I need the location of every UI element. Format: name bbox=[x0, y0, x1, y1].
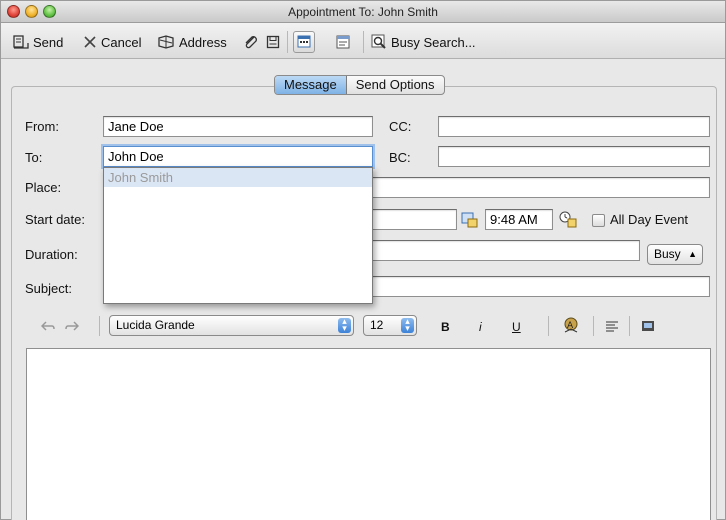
spell-check-icon[interactable]: A bbox=[561, 315, 581, 338]
underline-button[interactable]: U bbox=[512, 320, 521, 334]
to-field[interactable]: John Doe bbox=[103, 146, 373, 167]
paperclip-icon bbox=[243, 34, 259, 50]
all-day-checkbox[interactable] bbox=[592, 214, 605, 227]
font-value: Lucida Grande bbox=[116, 318, 195, 332]
show-as-select[interactable]: Busy ▲ bbox=[647, 244, 703, 265]
task-icon bbox=[335, 34, 351, 50]
align-icon[interactable] bbox=[605, 320, 619, 335]
insert-image-icon[interactable] bbox=[641, 320, 655, 335]
date-picker-icon[interactable] bbox=[461, 212, 479, 231]
cc-label: CC: bbox=[389, 119, 412, 134]
cancel-label: Cancel bbox=[101, 34, 142, 50]
title-bar: Appointment To: John Smith bbox=[1, 1, 725, 23]
send-label: Send bbox=[33, 34, 64, 50]
busy-search-label: Busy Search... bbox=[391, 34, 476, 50]
to-autocomplete-dropdown: John Smith bbox=[103, 167, 373, 304]
cancel-button[interactable]: Cancel bbox=[83, 33, 141, 51]
busy-search-button[interactable]: Busy Search... bbox=[371, 33, 476, 51]
format-divider bbox=[99, 316, 100, 336]
font-size-select[interactable]: 12 ▴ ▾ bbox=[363, 315, 417, 336]
toolbar-divider bbox=[287, 31, 288, 53]
font-select[interactable]: Lucida Grande ▴ ▾ bbox=[109, 315, 354, 336]
bc-label: BC: bbox=[389, 150, 411, 165]
format-divider-3 bbox=[593, 316, 594, 336]
message-body-editor[interactable] bbox=[26, 348, 711, 520]
subject-label: Subject: bbox=[25, 281, 72, 296]
save-icon bbox=[266, 35, 280, 49]
address-button[interactable]: Address bbox=[157, 33, 227, 51]
start-date-label: Start date: bbox=[25, 212, 85, 227]
start-time-field[interactable]: 9:48 AM bbox=[485, 209, 553, 230]
toolbar-divider-2 bbox=[363, 31, 364, 53]
time-picker-icon[interactable] bbox=[558, 210, 578, 231]
font-size-stepper-icon: ▴ ▾ bbox=[401, 317, 414, 333]
format-divider-2 bbox=[548, 316, 549, 336]
undo-icon[interactable] bbox=[40, 320, 55, 335]
font-size-value: 12 bbox=[370, 318, 384, 332]
bold-button[interactable]: B bbox=[441, 320, 450, 334]
format-divider-4 bbox=[629, 316, 630, 336]
appointment-window: Appointment To: John Smith Send Cancel A… bbox=[0, 0, 726, 520]
send-button[interactable]: Send bbox=[13, 33, 63, 51]
to-label: To: bbox=[25, 150, 43, 165]
all-day-label: All Day Event bbox=[610, 212, 689, 227]
bc-field[interactable] bbox=[438, 146, 710, 167]
duration-label: Duration: bbox=[25, 247, 78, 262]
tab-message[interactable]: Message bbox=[275, 76, 347, 94]
window-title: Appointment To: John Smith bbox=[288, 5, 438, 19]
toolbar: Send Cancel Address Busy Search... bbox=[1, 23, 725, 59]
place-label: Place: bbox=[25, 180, 62, 195]
chevron-updown-icon: ▲ bbox=[688, 249, 697, 259]
calendar-view-button[interactable] bbox=[293, 31, 315, 53]
cancel-icon bbox=[83, 35, 97, 49]
calendar-icon bbox=[297, 34, 311, 51]
redo-icon[interactable] bbox=[65, 320, 80, 335]
tab-send-options[interactable]: Send Options bbox=[347, 76, 444, 94]
busy-search-icon bbox=[371, 34, 387, 50]
font-stepper-icon: ▴ ▾ bbox=[338, 317, 351, 333]
tab-bar: Message Send Options bbox=[274, 75, 445, 95]
attach-button[interactable] bbox=[243, 33, 259, 51]
send-icon bbox=[13, 34, 29, 50]
show-as-value: Busy bbox=[654, 247, 681, 261]
task-view-button[interactable] bbox=[335, 33, 351, 51]
cc-field[interactable] bbox=[438, 116, 710, 137]
address-label: Address bbox=[179, 34, 227, 50]
autocomplete-item[interactable]: John Smith bbox=[104, 168, 372, 187]
save-button[interactable] bbox=[266, 33, 280, 51]
from-label: From: bbox=[25, 119, 59, 134]
address-book-icon bbox=[157, 34, 175, 50]
from-field[interactable]: Jane Doe bbox=[103, 116, 373, 137]
italic-button[interactable]: i bbox=[479, 320, 482, 334]
